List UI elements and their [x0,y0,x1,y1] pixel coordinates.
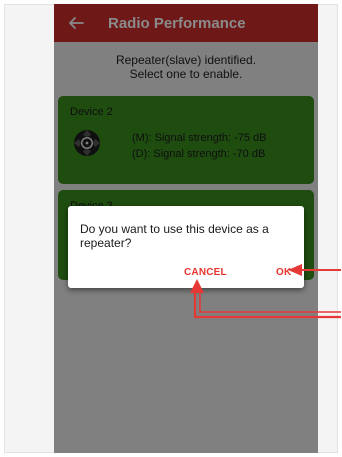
ok-callout-arrow [288,264,341,276]
cancel-callout-arrow [190,279,341,319]
annotation-arrows [190,264,341,319]
